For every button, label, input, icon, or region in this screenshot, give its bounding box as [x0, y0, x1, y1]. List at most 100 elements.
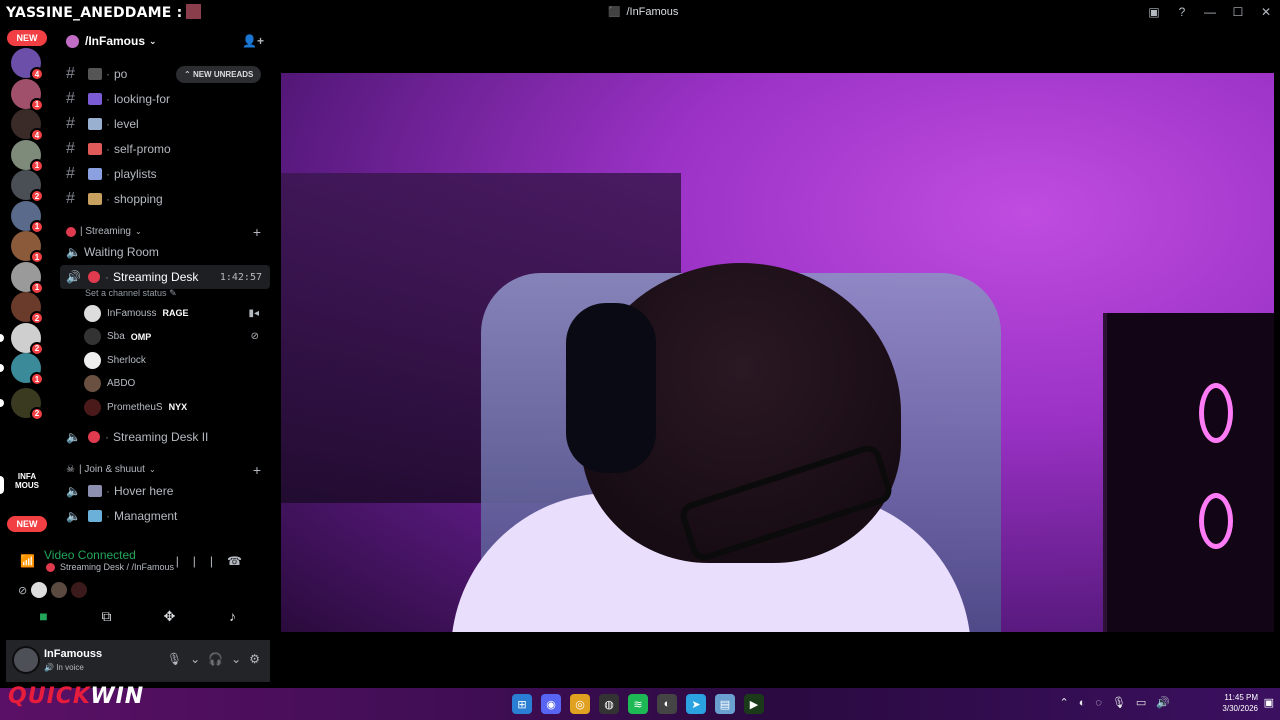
close-button[interactable]: ✕ [1252, 0, 1280, 24]
server-icon[interactable]: 1 [11, 353, 44, 386]
logo-part-quick: QUICK [8, 684, 91, 709]
notification-icon[interactable]: ▣ [1264, 696, 1274, 709]
chevron-down-icon[interactable]: ⌄ [190, 652, 200, 666]
spotify-icon[interactable]: ≋ [628, 694, 648, 714]
signal-icon[interactable]: 📶 [20, 554, 35, 568]
terminal-icon[interactable]: ▶ [744, 694, 764, 714]
new-unreads-pill-top[interactable]: NEW [7, 30, 47, 46]
unread-badge: 2 [30, 311, 44, 325]
server-icon[interactable]: 4 [11, 109, 44, 142]
server-icon[interactable]: 4 [11, 48, 44, 81]
avatar[interactable] [31, 582, 48, 598]
voice-user[interactable]: PrometheuS NYX [84, 396, 264, 418]
channel-label: Hover here [114, 484, 174, 498]
server-icon[interactable]: 1 [11, 231, 44, 264]
noise-suppression-icon[interactable]: ||| [176, 554, 227, 568]
tray-app-icon[interactable]: ◐ [1079, 697, 1086, 709]
voice-status-title[interactable]: Video Connected [44, 548, 136, 562]
minimize-button[interactable]: — [1196, 0, 1224, 24]
voice-user[interactable]: InFamouss RAGE ▮◂ [84, 302, 264, 324]
server-icon[interactable]: 2 [11, 322, 44, 356]
app-icon[interactable]: ▤ [715, 694, 735, 714]
server-icon[interactable]: 1 [11, 200, 44, 234]
telegram-icon[interactable]: ➤ [686, 694, 706, 714]
text-channel[interactable]: # · playlists [60, 162, 270, 186]
voice-user[interactable]: ABDO [84, 373, 264, 395]
voice-channel-hover-here[interactable]: 🔈 · Hover here [60, 479, 270, 503]
create-channel-icon[interactable]: + [253, 224, 261, 240]
channel-label: Waiting Room [84, 245, 159, 259]
new-unreads-pill-bottom[interactable]: NEW [7, 516, 47, 532]
help-icon[interactable]: ? [1168, 0, 1196, 24]
clock[interactable]: 11:45 PM 3/30/2026 [1222, 692, 1258, 714]
avatar[interactable] [51, 582, 68, 598]
quickwin-logo: QUICKWIN [8, 684, 144, 709]
text-channel[interactable]: # · looking-for [60, 87, 270, 111]
new-unreads-button[interactable]: ⌃ NEW UNREADS [176, 66, 262, 83]
microphone-icon[interactable]: 🎙 [167, 652, 182, 666]
skull-icon: ☠ [66, 464, 75, 475]
discord-icon[interactable]: ◉ [541, 694, 561, 714]
server-infamous[interactable]: INFA MOUS [9, 466, 45, 496]
guild-header[interactable]: /InFamous ⌄ 👤+ [54, 24, 276, 58]
category-join-shuuut[interactable]: ☠ | Join & shuuut ⌄ + [66, 462, 266, 478]
activities-icon[interactable]: ✥ [150, 608, 190, 625]
volume-icon[interactable]: 🔊 [1156, 696, 1170, 709]
voice-channel-link[interactable]: Streaming Desk / /InFamous [46, 562, 174, 572]
avatar[interactable] [71, 582, 88, 598]
user-name[interactable]: InFamouss [44, 648, 102, 660]
voice-channel-managment[interactable]: 🔈 · Managment [60, 504, 270, 528]
voice-state-icon: ⊘ [250, 331, 259, 342]
category-streaming[interactable]: | Streaming ⌄ + [66, 224, 266, 240]
pc-case [1103, 313, 1274, 632]
set-channel-status[interactable]: Set a channel status ✎ [85, 288, 177, 299]
video-stream[interactable] [281, 73, 1274, 632]
server-icon[interactable]: 1 [11, 261, 44, 295]
headphones-icon[interactable]: 🎧 [208, 652, 223, 666]
create-channel-icon[interactable]: + [253, 462, 261, 478]
tray-app-icon[interactable]: ◌ [1095, 697, 1102, 709]
text-channel[interactable]: # · self-promo [60, 137, 270, 161]
soundboard-icon[interactable]: ♪ [213, 608, 253, 625]
channel-sidebar: /InFamous ⌄ 👤+ # · po # · looking-for # · level #… [54, 24, 276, 540]
user-panel: InFamouss 🔊 In voice 🎙 ⌄ 🎧 ⌄ ⚙ [6, 640, 270, 682]
invite-icon[interactable]: 👤+ [242, 34, 264, 48]
disconnect-icon[interactable]: ☎ [227, 554, 256, 568]
server-icon[interactable]: 2 [11, 292, 44, 325]
server-icon: ⬛ [608, 7, 621, 18]
channel-emoji [88, 510, 102, 522]
obs-icon[interactable]: ◍ [599, 694, 619, 714]
channel-emoji [88, 93, 102, 105]
channel-emoji [88, 143, 102, 155]
voice-channel-streaming-desk-2[interactable]: 🔈 · Streaming Desk II [60, 425, 270, 449]
chevron-down-icon[interactable]: ⌄ [231, 652, 241, 666]
gear-icon[interactable]: ⚙ [249, 652, 260, 666]
clock-time: 11:45 PM [1224, 693, 1258, 702]
chrome-icon[interactable]: ◎ [570, 694, 590, 714]
streamer-overlay-name: YASSINE_ANEDDAME : [6, 4, 202, 21]
inbox-icon[interactable]: ▣ [1140, 0, 1168, 24]
chevron-up-icon[interactable]: ⌃ [1060, 696, 1069, 709]
server-icon[interactable]: 2 [11, 387, 44, 421]
maximize-button[interactable]: ☐ [1224, 0, 1252, 24]
avatar[interactable] [12, 646, 40, 674]
server-icon[interactable]: 1 [11, 78, 44, 112]
server-icon[interactable]: 2 [11, 170, 44, 203]
text-channel[interactable]: # · shopping [60, 187, 270, 211]
voice-channel-streaming-desk[interactable]: 🔊 · Streaming Desk 1:42:57 [60, 265, 270, 289]
microphone-icon[interactable]: 🎙 [1112, 696, 1126, 709]
voice-user-name: ABDO [107, 378, 136, 389]
screen-share-icon[interactable]: ⧉ [87, 608, 127, 625]
network-icon[interactable]: ▭ [1136, 696, 1146, 709]
windows-start-icon[interactable]: ⊞ [512, 694, 532, 714]
github-icon[interactable]: ◐ [657, 694, 677, 714]
server-icon[interactable]: 1 [11, 139, 44, 173]
voice-user[interactable]: Sherlock [84, 349, 264, 371]
camera-icon[interactable]: ■ [24, 608, 64, 625]
voice-icon: 🔊 [44, 663, 54, 672]
voice-user[interactable]: Sba OMP ⊘ [84, 326, 264, 348]
voice-channel-waiting-room[interactable]: 🔈 Waiting Room [60, 240, 270, 264]
text-channel[interactable]: # · level [60, 112, 270, 136]
taskbar: QUICKWIN ⊞ ◉ ◎ ◍ ≋ ◐ ➤ ▤ ▶ ⌃ ◐ ◌ 🎙 ▭ 🔊 1… [0, 684, 1280, 720]
voice-user-name: Sba [107, 331, 125, 342]
